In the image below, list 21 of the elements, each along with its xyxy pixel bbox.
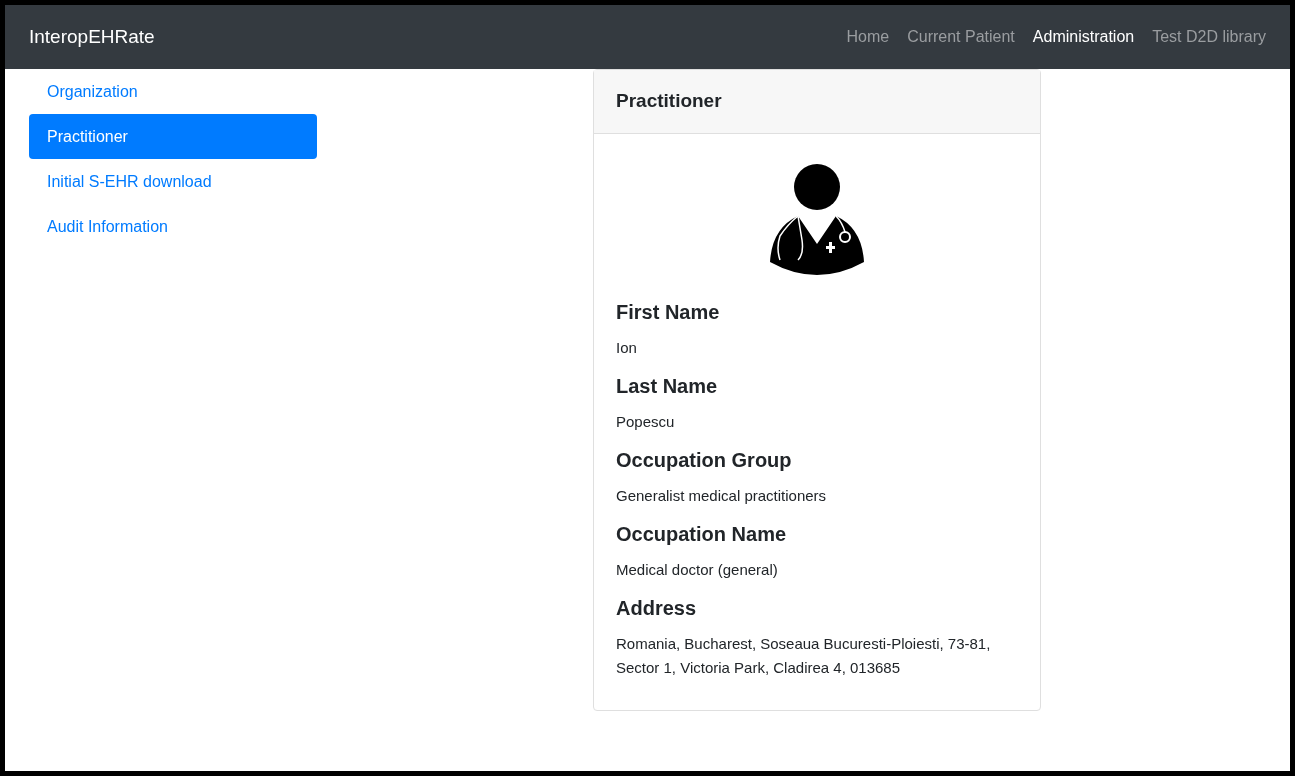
nav-link[interactable]: Current Patient (907, 25, 1015, 49)
sidebar-item[interactable]: Practitioner (29, 114, 317, 159)
field-label: Last Name (616, 374, 719, 399)
field-label: Occupation Name (616, 522, 788, 547)
field-value: Popescu (616, 412, 676, 432)
field-value: Ion (616, 338, 638, 358)
field-label: Address (616, 596, 698, 621)
field-label: Occupation Group (616, 448, 793, 473)
field-label: First Name (616, 300, 721, 325)
card-title: Practitioner (616, 89, 722, 114)
field-value: Medical doctor (general) (616, 560, 779, 580)
nav-link[interactable]: Administration (1032, 25, 1135, 49)
nav-link[interactable]: Test D2D library (1152, 25, 1266, 49)
doctor-icon (770, 164, 864, 276)
field-value: Generalist medical practitioners (616, 486, 828, 506)
sidebar-item[interactable]: Organization (29, 69, 317, 114)
nav-link[interactable]: Home (846, 25, 890, 49)
sidebar-item[interactable]: Initial S-EHR download (29, 159, 317, 204)
field-value: Romania, Bucharest, Soseaua Bucuresti-Ploiesti, 73-81, Sector 1, Victoria Park, Cladirea 4, 013685 (616, 634, 992, 678)
sidebar-item[interactable]: Audit Information (29, 204, 317, 249)
brand-link[interactable]: InteropEHRate (29, 22, 155, 52)
